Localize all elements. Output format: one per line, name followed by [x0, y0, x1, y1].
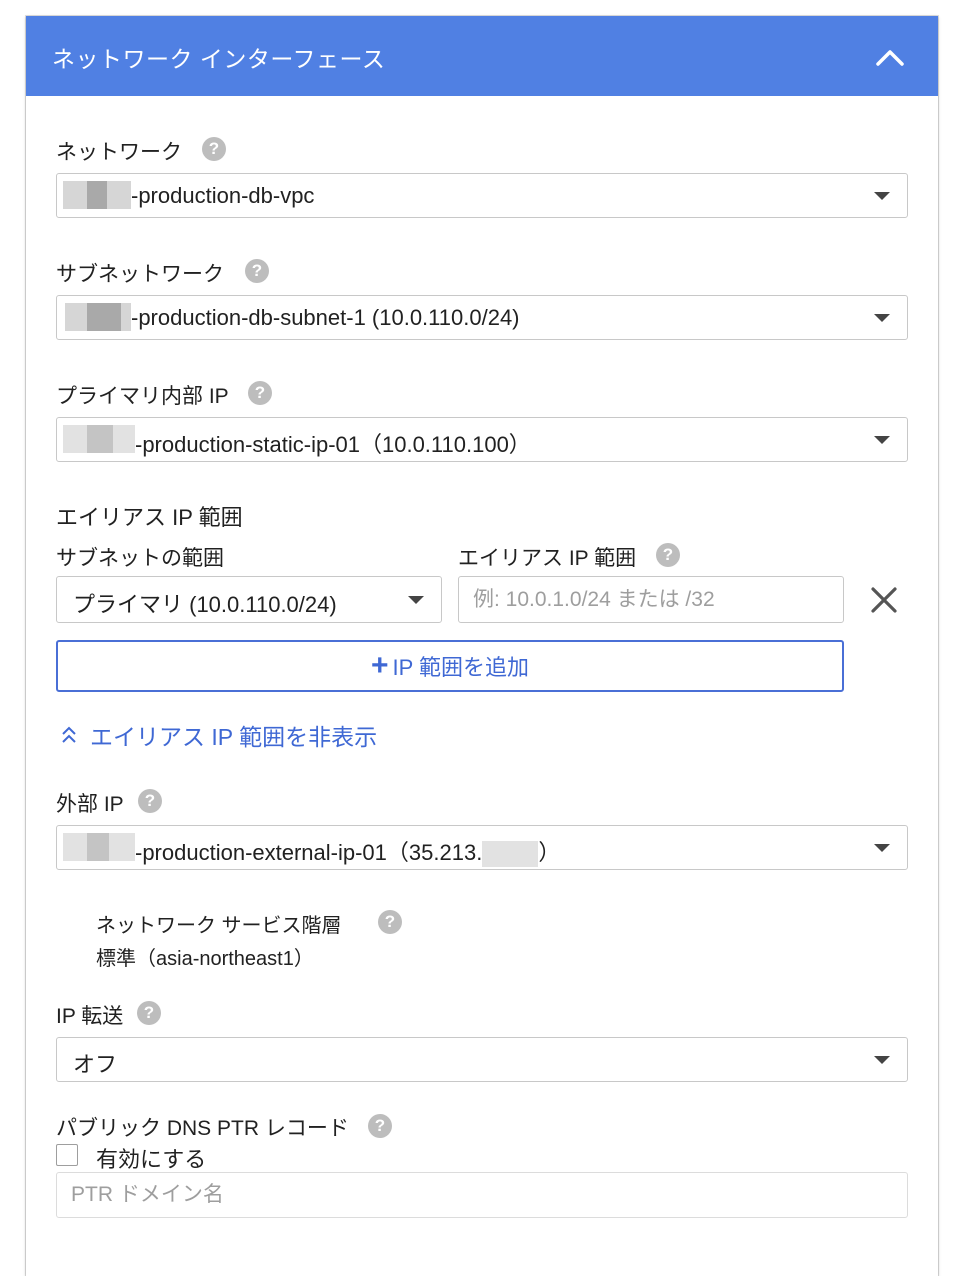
redacted-block — [65, 303, 131, 331]
primary-internal-ip-value: -production-static-ip-01（10.0.110.100） — [135, 432, 531, 457]
help-icon[interactable]: ? — [656, 543, 680, 567]
dropdown-arrow-icon — [874, 436, 890, 444]
panel-title: ネットワーク インターフェース — [52, 46, 386, 72]
external-ip-text: -production-external-ip-01（35.213. — [135, 840, 483, 865]
external-ip-select[interactable]: -production-external-ip-01（35.213. ） — [56, 825, 908, 870]
help-icon[interactable]: ? — [137, 1001, 161, 1025]
network-label: ネットワーク — [56, 141, 182, 164]
chevron-up-icon[interactable] — [872, 40, 908, 76]
subnet-range-select[interactable]: プライマリ (10.0.110.0/24) — [56, 576, 442, 623]
dropdown-arrow-icon — [874, 192, 890, 200]
redacted-block — [63, 425, 135, 453]
network-interface-panel: ネットワーク インターフェース ネットワーク ? -production-db-… — [26, 16, 938, 1276]
plus-icon: + — [370, 649, 389, 682]
dropdown-arrow-icon — [874, 1056, 890, 1064]
alias-ip-range-input[interactable] — [458, 576, 844, 623]
external-ip-suffix: ） — [538, 840, 561, 865]
redacted-block — [482, 841, 539, 868]
ip-forwarding-select[interactable]: オフ — [56, 1037, 908, 1082]
network-select-value: -production-db-vpc — [131, 183, 315, 208]
alias-ip-range-label: エイリアス IP 範囲 — [458, 547, 637, 570]
help-icon[interactable]: ? — [245, 259, 269, 283]
hide-alias-ip-link[interactable]: エイリアス IP 範囲を非表示 — [60, 718, 377, 752]
primary-internal-ip-label: プライマリ内部 IP — [56, 385, 229, 408]
close-icon[interactable] — [867, 583, 901, 617]
redacted-block — [63, 833, 135, 861]
redacted-block — [63, 181, 131, 209]
dropdown-arrow-icon — [874, 844, 890, 852]
dropdown-arrow-icon — [408, 596, 424, 604]
network-select[interactable]: -production-db-vpc — [56, 173, 908, 218]
ptr-domain-input[interactable] — [56, 1172, 908, 1218]
double-chevron-up-icon — [62, 726, 76, 743]
panel-header[interactable]: ネットワーク インターフェース — [26, 16, 938, 96]
public-dns-ptr-label: パブリック DNS PTR レコード — [56, 1117, 349, 1140]
dropdown-arrow-icon — [874, 314, 890, 322]
network-service-tier-label: ネットワーク サービス階層 — [96, 915, 342, 937]
add-ip-range-button[interactable]: + IP 範囲を追加 — [56, 640, 844, 692]
ip-forwarding-label: IP 転送 — [56, 1005, 124, 1028]
add-ip-range-label: IP 範囲を追加 — [392, 655, 530, 680]
external-ip-value: -production-external-ip-01（35.213. ） — [135, 835, 561, 868]
subnetwork-select-value: -production-db-subnet-1 (10.0.110.0/24) — [131, 305, 520, 330]
ip-forwarding-value: オフ — [73, 1052, 118, 1077]
help-icon[interactable]: ? — [248, 381, 272, 405]
network-service-tier-value: 標準（asia-northeast1） — [96, 948, 314, 970]
hide-alias-ip-label: エイリアス IP 範囲を非表示 — [90, 724, 378, 750]
help-icon[interactable]: ? — [202, 137, 226, 161]
enable-ptr-label: 有効にする — [96, 1147, 207, 1172]
alias-ip-section-label: エイリアス IP 範囲 — [56, 505, 243, 530]
primary-internal-ip-select[interactable]: -production-static-ip-01（10.0.110.100） — [56, 417, 908, 462]
enable-ptr-checkbox[interactable] — [56, 1144, 78, 1166]
subnet-range-label: サブネットの範囲 — [56, 547, 224, 570]
help-icon[interactable]: ? — [138, 789, 162, 813]
help-icon[interactable]: ? — [368, 1114, 392, 1138]
external-ip-label: 外部 IP — [56, 793, 124, 816]
help-icon[interactable]: ? — [378, 910, 402, 934]
subnetwork-label: サブネットワーク — [56, 263, 224, 286]
subnet-range-value: プライマリ (10.0.110.0/24) — [73, 592, 337, 617]
subnetwork-select[interactable]: -production-db-subnet-1 (10.0.110.0/24) — [56, 295, 908, 340]
